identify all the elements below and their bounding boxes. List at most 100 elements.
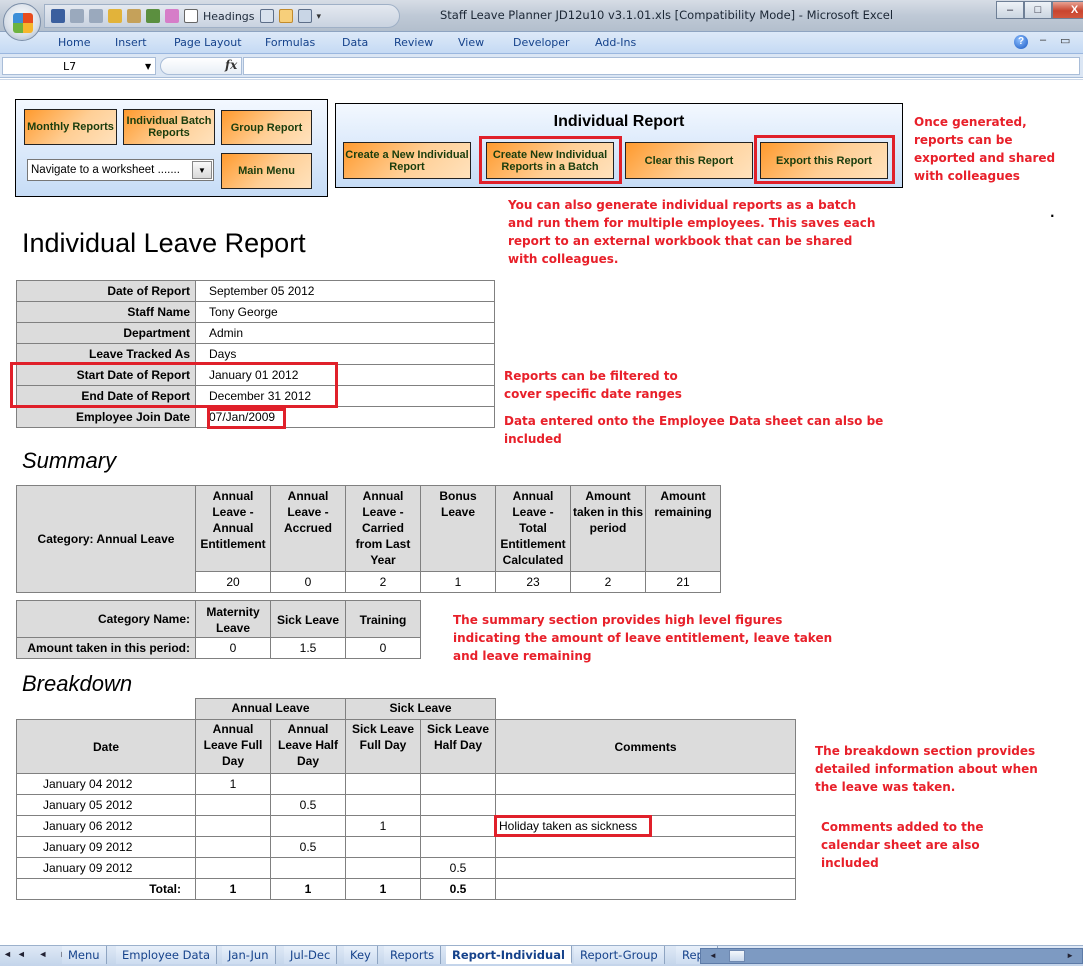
help-icon[interactable]: ?: [1014, 35, 1028, 49]
create-new-report-button[interactable]: Create a New Individual Report: [343, 142, 471, 179]
detail-value[interactable]: December 31 2012: [195, 385, 495, 407]
navigate-worksheet-select[interactable]: Navigate to a worksheet ....... ▼: [27, 159, 214, 181]
tab-formulas[interactable]: Formulas: [265, 36, 315, 49]
breakdown-comment[interactable]: [495, 773, 796, 795]
sheet-tab-reports[interactable]: Reports: [384, 946, 442, 964]
close-button[interactable]: X: [1052, 1, 1083, 19]
summary-value[interactable]: 21: [645, 571, 721, 593]
breakdown-value-al-full[interactable]: [195, 794, 271, 816]
redo-icon[interactable]: [89, 9, 103, 23]
detail-value[interactable]: Days: [195, 343, 495, 365]
workbook-minimize-button[interactable]: –: [1040, 34, 1046, 46]
name-box[interactable]: L7 ▼: [2, 57, 156, 75]
workbook-restore-button[interactable]: ▭: [1060, 34, 1070, 47]
protect-workbook-icon[interactable]: [127, 9, 141, 23]
tab-home[interactable]: Home: [58, 36, 90, 49]
summary-value[interactable]: 2: [345, 571, 421, 593]
breakdown-value-sl-half[interactable]: [420, 836, 496, 858]
breakdown-value-al-full[interactable]: [195, 836, 271, 858]
breakdown-value-sl-full[interactable]: 1: [345, 815, 421, 837]
other-leave-value[interactable]: 1.5: [270, 637, 346, 659]
export-report-button[interactable]: Export this Report: [760, 142, 888, 179]
formula-input[interactable]: [243, 57, 1080, 75]
normal-view-icon[interactable]: [278, 9, 293, 23]
summary-value[interactable]: 23: [495, 571, 571, 593]
detail-value[interactable]: January 01 2012: [195, 364, 495, 386]
sheet-tab-menu[interactable]: Menu: [62, 946, 107, 964]
breakdown-value-al-half[interactable]: [270, 773, 346, 795]
office-button[interactable]: [3, 3, 41, 41]
headings-checkbox[interactable]: [184, 9, 198, 23]
shapes-icon[interactable]: [165, 9, 179, 23]
chevron-down-icon[interactable]: ▼: [192, 161, 212, 179]
detail-value[interactable]: 07/Jan/2009: [195, 406, 495, 428]
tab-review[interactable]: Review: [394, 36, 433, 49]
insert-function-icon[interactable]: fx: [225, 58, 237, 72]
breakdown-date[interactable]: January 09 2012: [16, 857, 196, 879]
main-menu-button[interactable]: Main Menu: [221, 153, 312, 189]
breakdown-value-sl-full[interactable]: [345, 773, 421, 795]
save-icon[interactable]: [51, 9, 65, 23]
tab-add-ins[interactable]: Add-Ins: [595, 36, 636, 49]
breakdown-date[interactable]: January 05 2012: [16, 794, 196, 816]
breakdown-value-sl-half[interactable]: [420, 794, 496, 816]
customize-qat-icon[interactable]: ▾: [317, 11, 322, 22]
breakdown-value-al-half[interactable]: 0.5: [270, 836, 346, 858]
sheet-tab-key[interactable]: Key: [344, 946, 378, 964]
breakdown-value-al-full[interactable]: 1: [195, 773, 271, 795]
breakdown-value-sl-half[interactable]: [420, 773, 496, 795]
summary-value[interactable]: 1: [420, 571, 496, 593]
breakdown-comment[interactable]: [495, 857, 796, 879]
individual-batch-reports-button[interactable]: Individual Batch Reports: [123, 109, 215, 145]
breakdown-value-sl-half[interactable]: [420, 815, 496, 837]
breakdown-date[interactable]: January 09 2012: [16, 836, 196, 858]
tab-developer[interactable]: Developer: [513, 36, 570, 49]
other-leave-value[interactable]: 0: [195, 637, 271, 659]
scroll-left-icon[interactable]: ◄: [709, 951, 717, 960]
breakdown-value-sl-half[interactable]: 0.5: [420, 857, 496, 879]
design-mode-icon[interactable]: [146, 9, 160, 23]
page-break-view-icon[interactable]: [297, 9, 312, 23]
create-batch-reports-button[interactable]: Create New Individual Reports in a Batch: [486, 142, 614, 179]
breakdown-comment[interactable]: [495, 794, 796, 816]
breakdown-value-al-full[interactable]: [195, 857, 271, 879]
breakdown-comment[interactable]: [495, 836, 796, 858]
maximize-button[interactable]: □: [1024, 1, 1052, 19]
sheet-tab-jan-jun[interactable]: Jan-Jun: [222, 946, 276, 964]
tab-insert[interactable]: Insert: [115, 36, 147, 49]
group-report-button[interactable]: Group Report: [221, 110, 312, 145]
breakdown-value-sl-full[interactable]: [345, 836, 421, 858]
summary-value[interactable]: 2: [570, 571, 646, 593]
protect-sheet-icon[interactable]: [108, 9, 122, 23]
breakdown-value-al-half[interactable]: 0.5: [270, 794, 346, 816]
page-layout-view-icon[interactable]: [259, 9, 274, 23]
sheet-tab-report-group[interactable]: Report-Group: [574, 946, 665, 964]
breakdown-value-al-half[interactable]: [270, 815, 346, 837]
sheet-tab-employee-data[interactable]: Employee Data: [116, 946, 218, 964]
detail-value[interactable]: Admin: [195, 322, 495, 344]
breakdown-value-al-full[interactable]: [195, 815, 271, 837]
sheet-tab-jul-dec[interactable]: Jul-Dec: [284, 946, 338, 964]
breakdown-value-al-half[interactable]: [270, 857, 346, 879]
breakdown-date[interactable]: January 04 2012: [16, 773, 196, 795]
summary-value[interactable]: 20: [195, 571, 271, 593]
breakdown-date[interactable]: January 06 2012: [16, 815, 196, 837]
other-leave-value[interactable]: 0: [345, 637, 421, 659]
breakdown-comment[interactable]: Holiday taken as sickness: [495, 815, 796, 837]
minimize-button[interactable]: –: [996, 1, 1024, 19]
detail-value[interactable]: September 05 2012: [195, 280, 495, 302]
breakdown-value-sl-full[interactable]: [345, 857, 421, 879]
tab-data[interactable]: Data: [342, 36, 368, 49]
breakdown-value-sl-full[interactable]: [345, 794, 421, 816]
detail-value[interactable]: Tony George: [195, 301, 495, 323]
horizontal-scrollbar[interactable]: ◄ ►: [700, 948, 1083, 964]
undo-icon[interactable]: [70, 9, 84, 23]
clear-report-button[interactable]: Clear this Report: [625, 142, 753, 179]
scroll-right-icon[interactable]: ►: [1066, 951, 1074, 960]
sheet-tab-report-individual[interactable]: Report-Individual: [446, 946, 572, 964]
summary-value[interactable]: 0: [270, 571, 346, 593]
tab-page-layout[interactable]: Page Layout: [174, 36, 242, 49]
scroll-thumb[interactable]: [729, 950, 745, 962]
tab-view[interactable]: View: [458, 36, 484, 49]
monthly-reports-button[interactable]: Monthly Reports: [24, 109, 117, 145]
